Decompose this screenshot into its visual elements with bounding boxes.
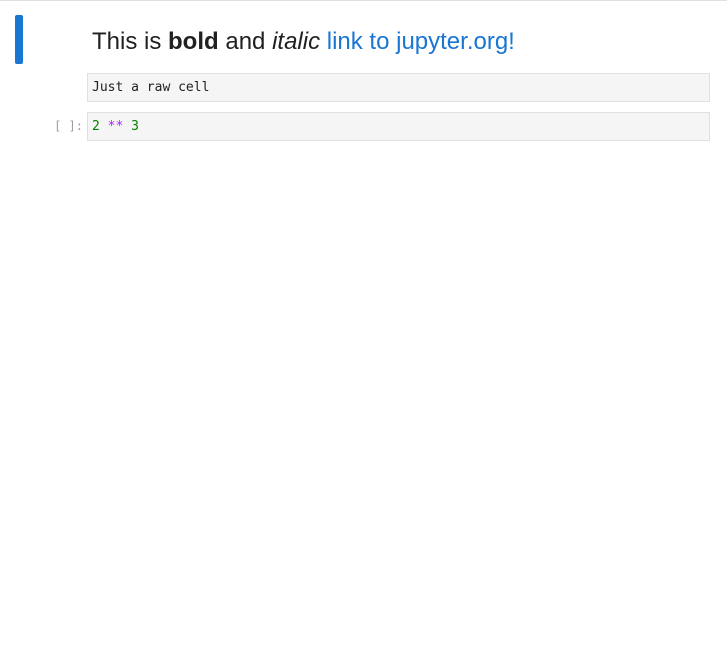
raw-cell-editor[interactable]: Just a raw cell [87, 73, 710, 102]
code-cell-editor[interactable]: 2 ** 3 [87, 112, 710, 141]
markdown-heading: This is bold and italic link to jupyter.… [92, 27, 515, 57]
heading-text-middle: and [218, 28, 273, 55]
heading-bold-text: bold [168, 28, 219, 55]
jupyter-link[interactable]: link to jupyter.org! [327, 28, 515, 55]
execution-prompt: [ ]: [54, 119, 83, 133]
code-cell-source: 2 ** 3 [92, 119, 139, 135]
markdown-cell[interactable]: This is bold and italic link to jupyter.… [0, 14, 727, 64]
code-cell[interactable]: [ ]: 2 ** 3 [0, 112, 727, 141]
code-token-operator: ** [107, 119, 124, 134]
heading-text-prefix: This is [92, 28, 169, 55]
code-token-number: 2 [92, 119, 100, 134]
cell-collapser-icon[interactable] [15, 15, 23, 64]
heading-italic-text: italic [272, 28, 321, 55]
code-token-number: 3 [131, 119, 139, 134]
raw-cell-source: Just a raw cell [92, 80, 210, 95]
notebook-panel: This is bold and italic link to jupyter.… [0, 0, 727, 646]
raw-cell[interactable]: Just a raw cell [0, 73, 727, 102]
